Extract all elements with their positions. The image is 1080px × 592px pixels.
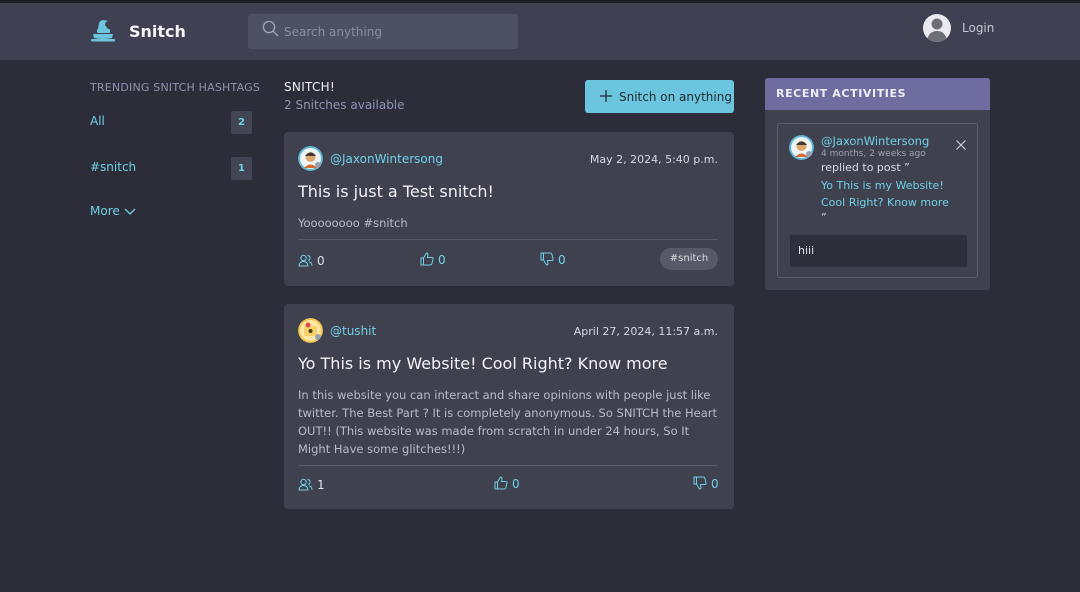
post-date: May 2, 2024, 5:40 p.m. (589, 153, 718, 166)
users-icon (298, 254, 313, 267)
post-divider (298, 465, 718, 466)
activity-action: replied to post ” (821, 161, 910, 174)
dislike-count: 0 (558, 253, 566, 267)
search-icon (262, 20, 279, 37)
sidebar-item-count: 1 (231, 157, 252, 180)
user-avatar-icon[interactable] (923, 14, 951, 42)
users-icon (298, 478, 313, 491)
hashtag-badge[interactable]: #snitch (660, 248, 718, 270)
like-count: 0 (512, 477, 520, 491)
post-title[interactable]: Yo This is my Website! Cool Right? Know … (298, 354, 668, 373)
post-avatar-icon[interactable] (298, 146, 323, 171)
post-username[interactable]: @tushit (330, 324, 376, 338)
sidebar-item-snitch[interactable]: #snitch 1 (90, 157, 252, 181)
feed-title: SNITCH! (284, 80, 336, 94)
thumbs-up-icon (420, 252, 434, 266)
header: Snitch (0, 3, 1080, 60)
like-count: 0 (438, 253, 446, 267)
snitch-on-anything-button[interactable]: Snitch on anything (585, 80, 734, 113)
close-icon[interactable] (955, 139, 967, 151)
activity-item: @JaxonWintersong 4 months, 2 weeks ago r… (777, 123, 978, 278)
post-divider (298, 239, 718, 240)
more-label: More (90, 204, 120, 218)
activity-post-link[interactable]: Yo This is my Website! Cool Right? Know … (821, 177, 971, 211)
feed-subtitle: 2 Snitches available (284, 98, 405, 112)
post-date: April 27, 2024, 11:57 a.m. (573, 325, 718, 338)
activity-avatar-icon[interactable] (789, 135, 814, 160)
recent-activities-title: RECENT ACTIVITIES (765, 78, 990, 110)
thumbs-up-icon (494, 476, 508, 490)
dislike-button[interactable]: 0 (693, 474, 719, 491)
like-button[interactable]: 0 (420, 250, 446, 267)
post-title[interactable]: This is just a Test snitch! (298, 182, 494, 201)
sidebar-item-count: 2 (231, 111, 252, 134)
thumbs-down-icon (693, 476, 707, 490)
thumbs-down-icon (540, 252, 554, 266)
post-avatar-icon[interactable] (298, 318, 323, 343)
participants-count: 0 (317, 254, 325, 268)
post-card[interactable]: @tushit April 27, 2024, 11:57 a.m. Yo Th… (284, 304, 734, 509)
plus-icon (600, 90, 612, 102)
post-username[interactable]: @JaxonWintersong (330, 152, 443, 166)
like-button[interactable]: 0 (494, 474, 520, 491)
participants-stat: 1 (298, 476, 325, 492)
post-body: Yoooooooo #snitch (298, 216, 408, 230)
brand-name[interactable]: Snitch (129, 22, 186, 41)
participants-stat: 0 (298, 252, 325, 268)
chevron-down-icon (124, 208, 136, 215)
login-link[interactable]: Login (962, 21, 994, 35)
dislike-button[interactable]: 0 (540, 250, 566, 267)
activity-quote-end: ” (821, 211, 827, 224)
sidebar-item-label: #snitch (90, 160, 137, 174)
activity-reply: hiii (790, 235, 967, 267)
sidebar-item-all[interactable]: All 2 (90, 111, 252, 135)
snitch-button-label: Snitch on anything (619, 89, 732, 104)
sidebar-title: TRENDING SNITCH HASHTAGS (90, 81, 261, 94)
activity-time: 4 months, 2 weeks ago (821, 149, 926, 159)
sidebar-item-label: All (90, 114, 105, 128)
participants-count: 1 (317, 478, 325, 492)
search-bar[interactable] (248, 14, 518, 49)
snitch-logo-icon[interactable] (90, 19, 116, 43)
post-body: In this website you can interact and sha… (298, 388, 718, 456)
search-input[interactable] (284, 14, 510, 49)
recent-activities-panel: RECENT ACTIVITIES @JaxonWintersong 4 mon… (765, 78, 990, 290)
post-card[interactable]: @JaxonWintersong May 2, 2024, 5:40 p.m. … (284, 132, 734, 286)
activity-username[interactable]: @JaxonWintersong (821, 134, 929, 148)
dislike-count: 0 (711, 477, 719, 491)
more-button[interactable]: More (90, 204, 136, 218)
